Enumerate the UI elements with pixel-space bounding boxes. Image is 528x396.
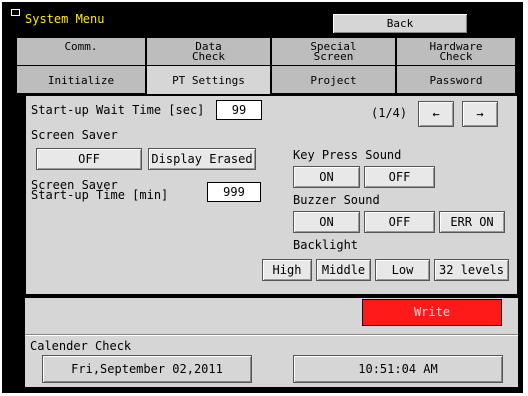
backlight-high-button[interactable]: High — [262, 259, 312, 281]
write-label: Write — [413, 305, 451, 319]
ss-time-label: Screen Saver Start-up Time [min] — [31, 179, 169, 202]
title-bar: System Menu Back — [2, 2, 523, 34]
tab-pt-settings[interactable]: PT Settings — [146, 65, 271, 94]
calendar-time-value: 10:51:04 AM — [358, 362, 438, 376]
buzzer-err-on-label: ERR ON — [450, 215, 494, 229]
screen-saver-off-label: OFF — [78, 152, 100, 166]
backlight-middle-button[interactable]: Middle — [316, 259, 371, 281]
tab-data-check-line2: Check — [191, 50, 226, 63]
calendar-time-button[interactable]: 10:51:04 AM — [293, 355, 503, 383]
key-press-on-label: ON — [319, 170, 334, 184]
tab-row-bottom: Initialize PT Settings Project Password — [16, 65, 516, 94]
prev-page-button[interactable]: ← — [418, 101, 454, 127]
ss-time-label-2: Start-up Time [min] — [31, 188, 169, 202]
buzzer-err-on-button[interactable]: ERR ON — [439, 211, 505, 233]
key-press-label: Key Press Sound — [293, 148, 402, 162]
calendar-date-value: Fri,September 02,2011 — [71, 362, 223, 376]
calendar-label: Calender Check — [30, 339, 132, 353]
arrow-left-icon: ← — [432, 107, 440, 121]
backlight-low-label: Low — [391, 263, 414, 277]
key-press-off-button[interactable]: OFF — [364, 166, 435, 188]
back-label: Back — [386, 17, 414, 30]
tab-password[interactable]: Password — [396, 65, 516, 93]
buzzer-off-label: OFF — [388, 215, 411, 229]
tab-project[interactable]: Project — [271, 65, 396, 93]
backlight-high-label: High — [272, 263, 302, 277]
buzzer-off-button[interactable]: OFF — [364, 211, 435, 233]
arrow-right-icon: → — [476, 107, 484, 121]
back-button[interactable]: Back — [332, 13, 468, 34]
buzzer-on-label: ON — [319, 215, 334, 229]
backlight-32-button[interactable]: 32 levels — [434, 259, 509, 281]
backlight-32-label: 32 levels — [438, 263, 505, 277]
backlight-low-button[interactable]: Low — [375, 259, 430, 281]
tab-initialize[interactable]: Initialize — [16, 65, 146, 93]
calendar-divider — [25, 335, 518, 336]
window-title: System Menu — [25, 12, 105, 26]
buzzer-label: Buzzer Sound — [293, 193, 380, 207]
tab-password-label: Password — [429, 74, 483, 87]
screen-saver-display-erased-button[interactable]: Display Erased — [148, 148, 256, 170]
tab-pt-settings-label: PT Settings — [172, 74, 245, 87]
backlight-label: Backlight — [293, 238, 359, 252]
pt-settings-panel: Start-up Wait Time [sec] 99 (1/4) ← → Sc… — [25, 95, 518, 295]
ss-time-field[interactable]: 999 — [207, 182, 261, 202]
display-erased-label: Display Erased — [151, 152, 253, 166]
tab-project-label: Project — [310, 74, 357, 87]
backlight-middle-label: Middle — [321, 263, 366, 277]
key-press-off-label: OFF — [388, 170, 411, 184]
startup-wait-label: Start-up Wait Time [sec] — [31, 103, 205, 117]
write-button[interactable]: Write — [362, 299, 502, 326]
page-indicator: (1/4) — [371, 106, 408, 120]
calendar-date-button[interactable]: Fri,September 02,2011 — [42, 355, 252, 383]
buzzer-on-button[interactable]: ON — [293, 211, 360, 233]
tab-special-screen-line2: Screen — [313, 50, 354, 63]
tab-initialize-label: Initialize — [47, 74, 115, 87]
screen-saver-label: Screen Saver — [31, 128, 118, 142]
tab-hardware-check-line2: Check — [439, 50, 473, 63]
window-mark-icon — [11, 9, 20, 16]
startup-wait-field[interactable]: 99 — [216, 100, 262, 120]
tab-comm-line1: Comm. — [64, 40, 98, 53]
pt-screen: System Menu Back Comm. Data Check Specia… — [2, 2, 523, 393]
calendar-section: Calender Check Fri,September 02,2011 10:… — [25, 334, 518, 387]
screen-saver-off-button[interactable]: OFF — [36, 148, 142, 170]
key-press-on-button[interactable]: ON — [293, 166, 360, 188]
next-page-button[interactable]: → — [462, 101, 498, 127]
